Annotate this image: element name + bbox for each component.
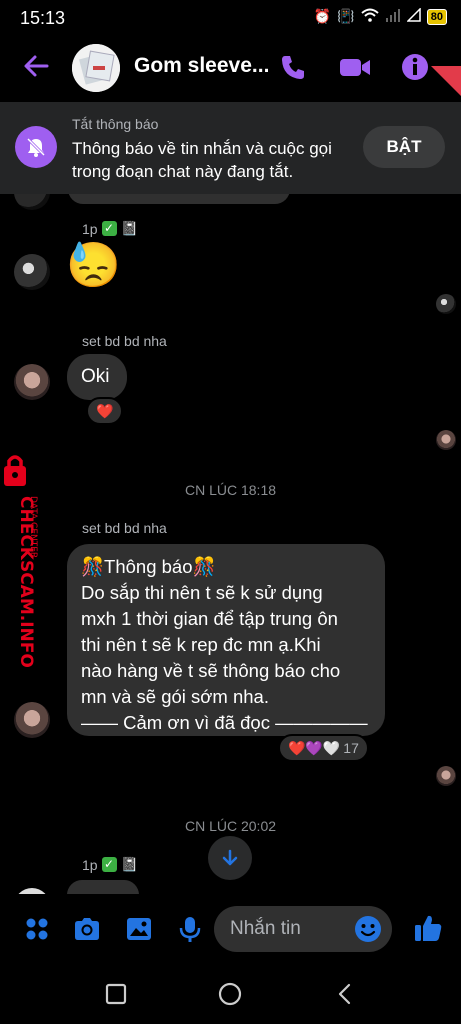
message-line: 🎊Thông báo🎊 [81, 556, 216, 577]
scroll-to-bottom-button[interactable] [208, 836, 252, 880]
message-bubble-partial[interactable] [68, 194, 290, 204]
avatar[interactable] [14, 254, 50, 290]
message-line: nào hàng về t sẽ thông báo cho [81, 660, 341, 681]
notebook-icon: 📓 [120, 220, 139, 236]
avatar[interactable] [14, 702, 50, 738]
check-icon: ✓ [101, 221, 117, 236]
avatar[interactable] [14, 194, 50, 210]
message-input-placeholder: Nhắn tin [230, 918, 301, 939]
emoji-message[interactable]: 😓 [66, 240, 121, 292]
seen-avatar [436, 294, 456, 314]
status-time: 15:13 [20, 8, 66, 28]
avatar[interactable] [14, 364, 50, 400]
mute-notice-banner: Tắt thông báo Thông báo về tin nhắn và c… [0, 102, 461, 194]
microphone-icon[interactable] [175, 914, 205, 944]
recent-apps-icon[interactable] [104, 982, 128, 1006]
message-time: 1p [82, 220, 98, 237]
thumbs-up-icon[interactable] [412, 912, 444, 944]
wifi-icon [361, 8, 379, 25]
status-icons: ⏰ 📳 80 [313, 7, 447, 25]
video-call-icon[interactable] [338, 52, 372, 82]
system-nav-bar [0, 966, 461, 1024]
message-line: mxh 1 thời gian để tập trung ôn [81, 608, 338, 629]
muted-bell-icon [15, 126, 57, 168]
composer-bar: Nhắn tin [0, 894, 461, 966]
back-nav-icon[interactable] [333, 982, 357, 1006]
mute-title: Tắt thông báo [72, 116, 159, 132]
message-meta: 1p ✓ 📓 [82, 856, 138, 873]
notebook-icon: 📓 [120, 856, 139, 872]
battery-icon: 80 [426, 8, 447, 25]
message-list[interactable]: 1p ✓ 📓 😓 set bd bd nha Oki ❤️ CN LÚC 18:… [0, 194, 461, 894]
message-input[interactable]: Nhắn tin [214, 906, 392, 952]
reaction-emojis: ❤️💜🤍 [288, 739, 341, 756]
check-icon: ✓ [101, 857, 117, 872]
chat-header: Gom sleeve... [0, 36, 461, 100]
sender-name: set bd bd nha [82, 333, 167, 349]
seen-avatar [436, 766, 456, 786]
watermark: CHECKSCAM.INFO DATA CENTER [0, 452, 48, 682]
info-icon[interactable] [400, 52, 430, 82]
vibrate-icon: 📳 [337, 8, 355, 24]
message-text: Oki [81, 366, 110, 387]
phone-icon[interactable] [278, 52, 308, 82]
signal-icon-2 [405, 7, 421, 25]
sender-name: set bd bd nha [82, 520, 167, 536]
message-line: mn và sẽ gói sớm nha. [81, 686, 269, 707]
camera-icon[interactable] [72, 914, 102, 944]
watermark-sub: DATA CENTER [28, 496, 38, 558]
message-reactions[interactable]: ❤️ [86, 397, 124, 425]
message-time: 1p [82, 856, 98, 873]
arrow-down-icon [222, 849, 238, 866]
home-icon[interactable] [218, 982, 242, 1006]
reaction-count: 17 [343, 740, 359, 756]
corner-ribbon [431, 66, 461, 96]
timestamp: CN LÚC 20:02 [184, 818, 277, 834]
mute-description: Thông báo về tin nhắn và cuộc gọi trong … [72, 139, 332, 181]
signal-icon [385, 8, 401, 25]
group-avatar[interactable] [72, 44, 120, 92]
message-line: thi nên t sẽ k rep đc mn ạ.Khi [81, 634, 321, 655]
timestamp: CN LÚC 18:18 [184, 482, 277, 498]
message-bubble[interactable]: Oki [67, 354, 127, 400]
status-bar: 15:13 ⏰ 📳 80 [0, 0, 461, 36]
chat-title[interactable]: Gom sleeve... [134, 54, 269, 78]
message-line: Do sắp thi nên t sẽ k sử dụng [81, 582, 323, 603]
unmute-button[interactable]: BẬT [363, 126, 445, 168]
apps-icon[interactable] [22, 914, 52, 944]
message-meta: 1p ✓ 📓 [82, 220, 138, 237]
seen-avatar [436, 430, 456, 450]
emoji-icon[interactable] [354, 915, 382, 943]
message-line: —— Cảm ơn vì đã đọc ————— [81, 712, 368, 733]
alarm-icon: ⏰ [313, 8, 332, 24]
message-bubble[interactable]: 🎊Thông báo🎊 Do sắp thi nên t sẽ k sử dụn… [67, 544, 385, 736]
back-arrow-icon[interactable] [22, 52, 50, 80]
heart-reaction: ❤️ [96, 402, 114, 419]
message-bubble-partial[interactable] [67, 880, 139, 894]
gallery-icon[interactable] [124, 914, 154, 944]
message-reactions[interactable]: ❤️💜🤍 17 [278, 734, 369, 762]
